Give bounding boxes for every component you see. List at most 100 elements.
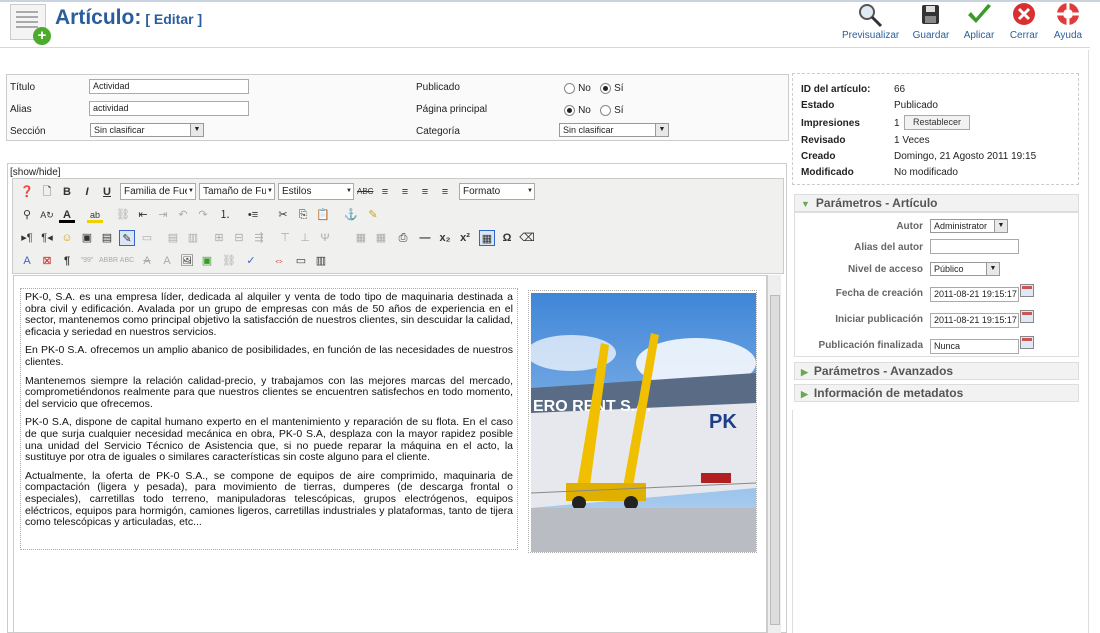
styleprops-icon[interactable]: A bbox=[19, 253, 35, 269]
insert-row-icon[interactable]: ⊞ bbox=[211, 230, 227, 246]
align-right-icon[interactable]: ≡ bbox=[417, 184, 433, 200]
italic-icon[interactable]: I bbox=[79, 184, 95, 200]
paste-icon[interactable]: 📋 bbox=[315, 207, 331, 223]
publish-up-input[interactable]: 2011-08-21 19:15:17 bbox=[930, 313, 1019, 328]
spellcheck-icon[interactable]: ✓ bbox=[243, 253, 259, 269]
frontpage-yes-label: Sí bbox=[614, 105, 624, 116]
numbered-list-icon[interactable]: ⒈ bbox=[217, 207, 233, 223]
alias-input[interactable]: actividad bbox=[89, 101, 249, 116]
ins-icon[interactable]: A bbox=[159, 253, 175, 269]
editor-scrollbar[interactable] bbox=[767, 275, 781, 633]
frontpage-no-radio[interactable]: No bbox=[564, 104, 591, 116]
align-center-icon[interactable]: ≡ bbox=[397, 184, 413, 200]
replace-icon[interactable]: A↻ bbox=[39, 207, 55, 223]
styles-select[interactable]: Estilos ▼ bbox=[278, 183, 354, 200]
text-color-icon[interactable]: A bbox=[59, 207, 75, 223]
align-left-icon[interactable]: ≡ bbox=[377, 184, 393, 200]
subscript-icon[interactable]: x₂ bbox=[437, 230, 453, 246]
superscript-icon[interactable]: x² bbox=[457, 230, 473, 246]
fullscreen-icon[interactable]: ▭ bbox=[293, 253, 309, 269]
calendar-icon[interactable] bbox=[1020, 336, 1034, 349]
table-col-icon[interactable]: ▥ bbox=[185, 230, 201, 246]
pilcrow-icon[interactable]: ¶ bbox=[59, 253, 75, 269]
advanced-params-header[interactable]: ▶ Parámetros - Avanzados bbox=[794, 362, 1079, 380]
preview-doc-icon[interactable]: ▤ bbox=[99, 230, 115, 246]
cut-icon[interactable]: ✂ bbox=[275, 207, 291, 223]
find-icon[interactable]: ⚲ bbox=[19, 207, 35, 223]
publish-down-input[interactable]: Nunca bbox=[930, 339, 1019, 354]
undo-icon[interactable]: ↶ bbox=[175, 207, 191, 223]
published-no-radio[interactable]: No bbox=[564, 82, 591, 94]
indent-icon[interactable]: ⇥ bbox=[155, 207, 171, 223]
highlight-color-icon[interactable]: ab bbox=[87, 207, 103, 223]
image-manager-icon[interactable]: ▣ bbox=[199, 253, 215, 269]
new-document-icon[interactable]: 🗋 bbox=[39, 184, 55, 200]
table-row-icon[interactable]: ▤ bbox=[165, 230, 181, 246]
rtl-icon[interactable]: ¶◂ bbox=[39, 230, 55, 246]
code-icon[interactable]: ⇔ bbox=[271, 253, 287, 269]
cleanup-icon[interactable]: ✎ bbox=[365, 207, 381, 223]
bullet-list-icon[interactable]: •≡ bbox=[245, 207, 261, 223]
emoticon-icon[interactable]: ☺ bbox=[59, 230, 75, 246]
reset-hits-button[interactable]: Restablecer bbox=[904, 115, 970, 130]
created-date-input[interactable]: 2011-08-21 19:15:17 bbox=[930, 287, 1019, 302]
edit-css-icon[interactable]: ✎ bbox=[119, 230, 135, 246]
help-icon[interactable]: ❓ bbox=[19, 184, 35, 200]
delete-col-icon[interactable]: Ψ bbox=[317, 230, 333, 246]
article-image[interactable]: ERO RENT S.A. PK bbox=[526, 290, 757, 553]
charmap-icon[interactable]: Ω bbox=[499, 230, 515, 246]
article-params-header[interactable]: ▼ Parámetros - Artículo bbox=[794, 194, 1079, 212]
bold-icon[interactable]: B bbox=[59, 184, 75, 200]
article-text[interactable]: PK-0, S.A. es una empresa líder, dedicad… bbox=[20, 288, 518, 550]
metadata-header[interactable]: ▶ Información de metadatos bbox=[794, 384, 1079, 402]
split-icon[interactable]: ⊤ bbox=[277, 230, 293, 246]
format-select[interactable]: Formato ▼ bbox=[459, 183, 535, 200]
scroll-thumb[interactable] bbox=[770, 295, 780, 625]
acronym-icon[interactable]: ABC bbox=[119, 253, 135, 269]
font-family-select[interactable]: Familia de Fuen ▼ bbox=[120, 183, 196, 200]
section-select[interactable]: Sin clasificar ▼ bbox=[90, 123, 204, 137]
unlink-icon[interactable]: ⛓ bbox=[115, 207, 131, 223]
published-yes-radio[interactable]: Sí bbox=[600, 82, 624, 94]
abbr-icon[interactable]: ABBR bbox=[99, 253, 118, 269]
access-level-value: Público bbox=[934, 264, 964, 274]
template-icon[interactable]: ▥ bbox=[313, 253, 329, 269]
cell-props-icon[interactable]: ⊥ bbox=[297, 230, 313, 246]
delete-row-icon[interactable]: ⊟ bbox=[231, 230, 247, 246]
triangle-right-icon: ▶ bbox=[801, 367, 808, 377]
table-props-icon[interactable]: ▦ bbox=[373, 230, 389, 246]
redo-icon[interactable]: ↷ bbox=[195, 207, 211, 223]
table-icon[interactable]: ▦ bbox=[353, 230, 369, 246]
category-select[interactable]: Sin clasificar ▼ bbox=[559, 123, 669, 137]
ltr-icon[interactable]: ▸¶ bbox=[19, 230, 35, 246]
align-justify-icon[interactable]: ≡ bbox=[437, 184, 453, 200]
author-alias-input[interactable] bbox=[930, 239, 1019, 254]
access-level-select[interactable]: Público ▼ bbox=[930, 262, 1000, 276]
outdent-icon[interactable]: ⇤ bbox=[135, 207, 151, 223]
help-button[interactable]: Ayuda bbox=[1040, 2, 1096, 44]
merge-icon[interactable]: ⇶ bbox=[251, 230, 267, 246]
horizontal-rule-icon[interactable]: — bbox=[417, 230, 433, 246]
strikethrough-icon[interactable]: ABC bbox=[357, 184, 373, 200]
frontpage-yes-radio[interactable]: Sí bbox=[600, 104, 624, 116]
remove-format-icon[interactable]: ⌫ bbox=[519, 230, 535, 246]
show-hide-link[interactable]: [show/hide] bbox=[10, 167, 61, 178]
underline-icon[interactable]: U bbox=[99, 184, 115, 200]
calendar-icon[interactable] bbox=[1020, 310, 1034, 323]
visual-aid-icon[interactable]: ▦ bbox=[479, 230, 495, 246]
blockquote-icon[interactable]: ⊠ bbox=[39, 253, 55, 269]
copy-icon[interactable]: ⎘ bbox=[295, 207, 311, 223]
print-icon[interactable]: ⎙ bbox=[395, 230, 411, 246]
calendar-icon[interactable] bbox=[1020, 284, 1034, 297]
del-icon[interactable]: A bbox=[139, 253, 155, 269]
cite-icon[interactable]: “99” bbox=[79, 253, 95, 269]
font-size-select[interactable]: Tamaño de Fue ▼ bbox=[199, 183, 275, 200]
preview-button[interactable]: Previsualizar bbox=[842, 2, 899, 44]
media-icon[interactable]: ▣ bbox=[79, 230, 95, 246]
author-select[interactable]: Administrator ▼ bbox=[930, 219, 1008, 233]
insert-layer-icon[interactable]: ▭ bbox=[139, 230, 155, 246]
image-icon[interactable]: 🖼 bbox=[179, 253, 195, 269]
title-input[interactable]: Actividad bbox=[89, 79, 249, 94]
link-icon[interactable]: ⛓ bbox=[221, 253, 237, 269]
anchor-icon[interactable]: ⚓ bbox=[343, 207, 359, 223]
